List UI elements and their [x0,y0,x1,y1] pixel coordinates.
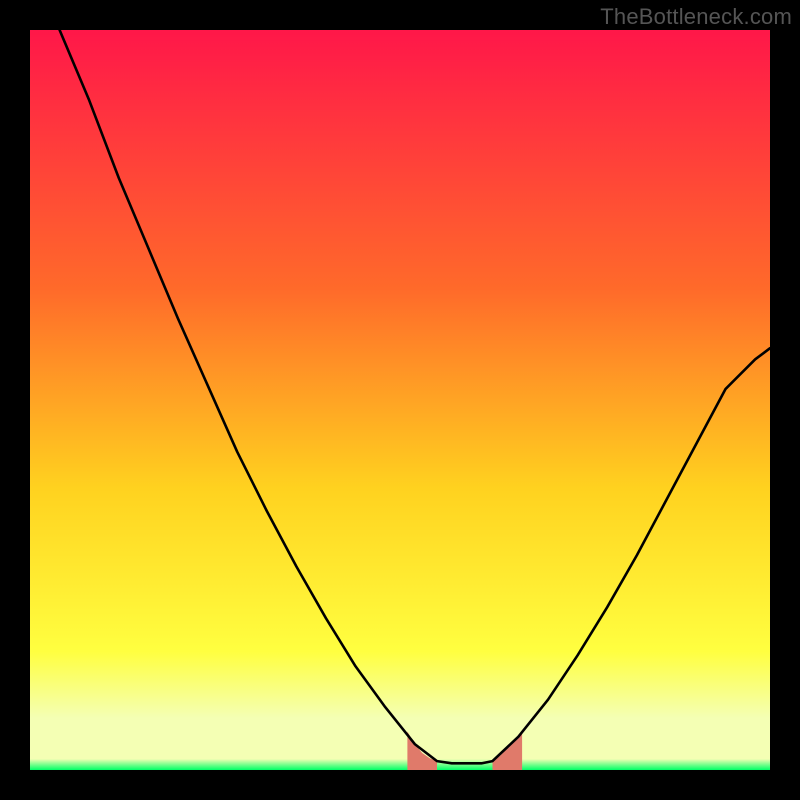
chart-frame: TheBottleneck.com [0,0,800,800]
bottleneck-curve-chart [30,30,770,770]
gradient-bg [30,30,770,770]
watermark-text: TheBottleneck.com [600,4,792,30]
